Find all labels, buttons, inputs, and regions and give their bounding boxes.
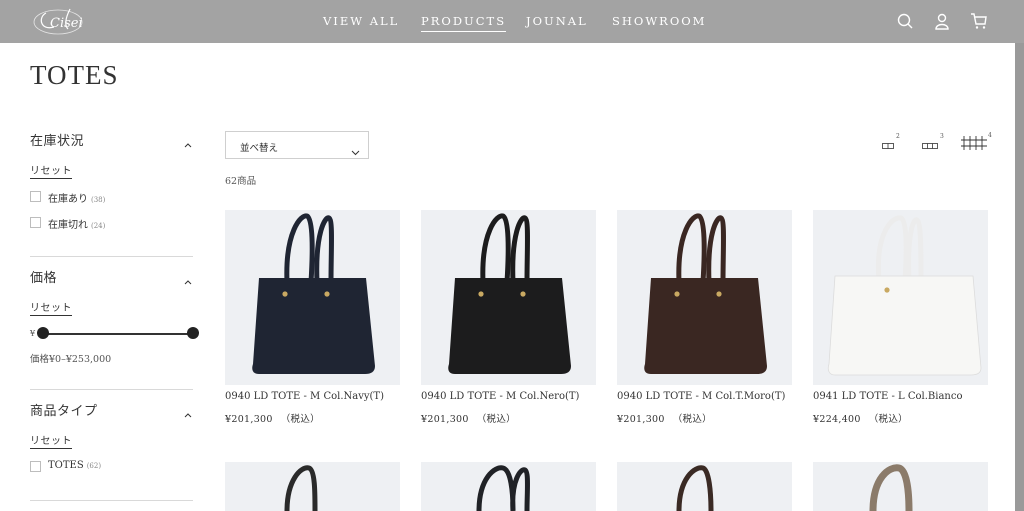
logo-mark-icon: Cisei (33, 8, 83, 35)
product-title[interactable]: 0940 LD TOTE - M Col.Navy(T) (225, 391, 400, 402)
grid-4-icon (961, 136, 987, 150)
product-image[interactable] (421, 462, 596, 511)
tote-bag-icon (252, 213, 375, 374)
tote-bag-icon (448, 213, 571, 374)
product-price: ¥201,300 （税込） (421, 414, 516, 425)
product-title[interactable]: 0940 LD TOTE - M Col.Nero(T) (421, 391, 596, 402)
cart-icon[interactable] (970, 12, 988, 30)
price-reset-link[interactable]: リセット (30, 299, 72, 316)
product-type-totes-checkbox[interactable] (30, 461, 41, 472)
availability-out-of-stock-checkbox[interactable] (30, 217, 41, 228)
nav-jounal[interactable]: JOUNAL (526, 14, 588, 28)
filter-product-type-title[interactable]: 商品タイプ (30, 400, 98, 419)
grid-3-columns-toggle[interactable]: 3 (922, 133, 944, 155)
product-image[interactable] (421, 210, 596, 385)
availability-in-stock-label[interactable]: 在庫あり (38) (48, 190, 105, 205)
product-title[interactable]: 0940 LD TOTE - M Col.T.Moro(T) (617, 391, 792, 402)
nav-products[interactable]: PRODUCTS (421, 14, 507, 32)
edge-strip (1015, 43, 1024, 511)
product-image[interactable] (225, 210, 400, 385)
product-image[interactable] (617, 210, 792, 385)
price-slider-max-handle[interactable] (187, 327, 199, 339)
chevron-down-icon (351, 142, 360, 156)
divider (30, 256, 193, 257)
sort-select[interactable]: 並べ替え (225, 131, 369, 159)
tote-handle-icon (869, 464, 913, 511)
page-title: TOTES (30, 60, 119, 90)
price-slider-min-handle[interactable] (37, 327, 49, 339)
product-price: ¥224,400 （税込） (813, 414, 908, 425)
product-title[interactable]: 0941 LD TOTE - L Col.Bianco (813, 391, 988, 402)
account-icon[interactable] (933, 12, 951, 30)
product-price: ¥201,300 （税込） (225, 414, 320, 425)
nav-showroom[interactable]: SHOWROOM (612, 14, 706, 28)
grid-3-icon (922, 143, 938, 149)
chevron-up-icon[interactable] (183, 135, 193, 148)
availability-in-stock-checkbox[interactable] (30, 191, 41, 202)
site-header: Cisei VIEW ALL PRODUCTS JOUNAL SHOWROOM (0, 0, 1024, 43)
availability-reset-link[interactable]: リセット (30, 162, 72, 179)
divider (30, 500, 193, 501)
filter-availability-title[interactable]: 在庫状況 (30, 130, 84, 149)
price-range-text: 価格¥0–¥253,000 (30, 354, 112, 365)
tote-handle-icon (476, 465, 530, 511)
currency-symbol: ¥ (30, 329, 36, 338)
tote-bag-icon (827, 215, 982, 376)
filter-price-title[interactable]: 価格 (30, 267, 57, 286)
tote-handle-icon (676, 465, 714, 511)
grid-4-columns-toggle[interactable]: 4 (961, 132, 992, 154)
product-count: 62商品 (225, 176, 257, 187)
nav-view-all[interactable]: VIEW ALL (323, 14, 399, 28)
search-icon[interactable] (896, 12, 914, 30)
product-type-reset-link[interactable]: リセット (30, 432, 72, 449)
sort-label: 並べ替え (240, 143, 279, 154)
logo[interactable]: Cisei (30, 3, 92, 39)
chevron-up-icon[interactable] (183, 272, 193, 285)
grid-2-icon (882, 143, 894, 149)
product-image[interactable] (813, 210, 988, 385)
product-price: ¥201,300 （税込） (617, 414, 712, 425)
product-type-totes-label[interactable]: TOTES (62) (48, 460, 101, 471)
svg-text:Cisei: Cisei (50, 16, 83, 31)
tote-handle-icon (284, 465, 318, 511)
divider (30, 389, 193, 390)
product-image[interactable] (225, 462, 400, 511)
grid-2-columns-toggle[interactable]: 2 (882, 133, 900, 155)
product-image[interactable] (617, 462, 792, 511)
chevron-up-icon[interactable] (183, 405, 193, 418)
product-image[interactable] (813, 462, 988, 511)
price-slider-track[interactable] (42, 333, 193, 335)
availability-out-of-stock-label[interactable]: 在庫切れ (24) (48, 216, 105, 231)
tote-bag-icon (644, 213, 767, 374)
